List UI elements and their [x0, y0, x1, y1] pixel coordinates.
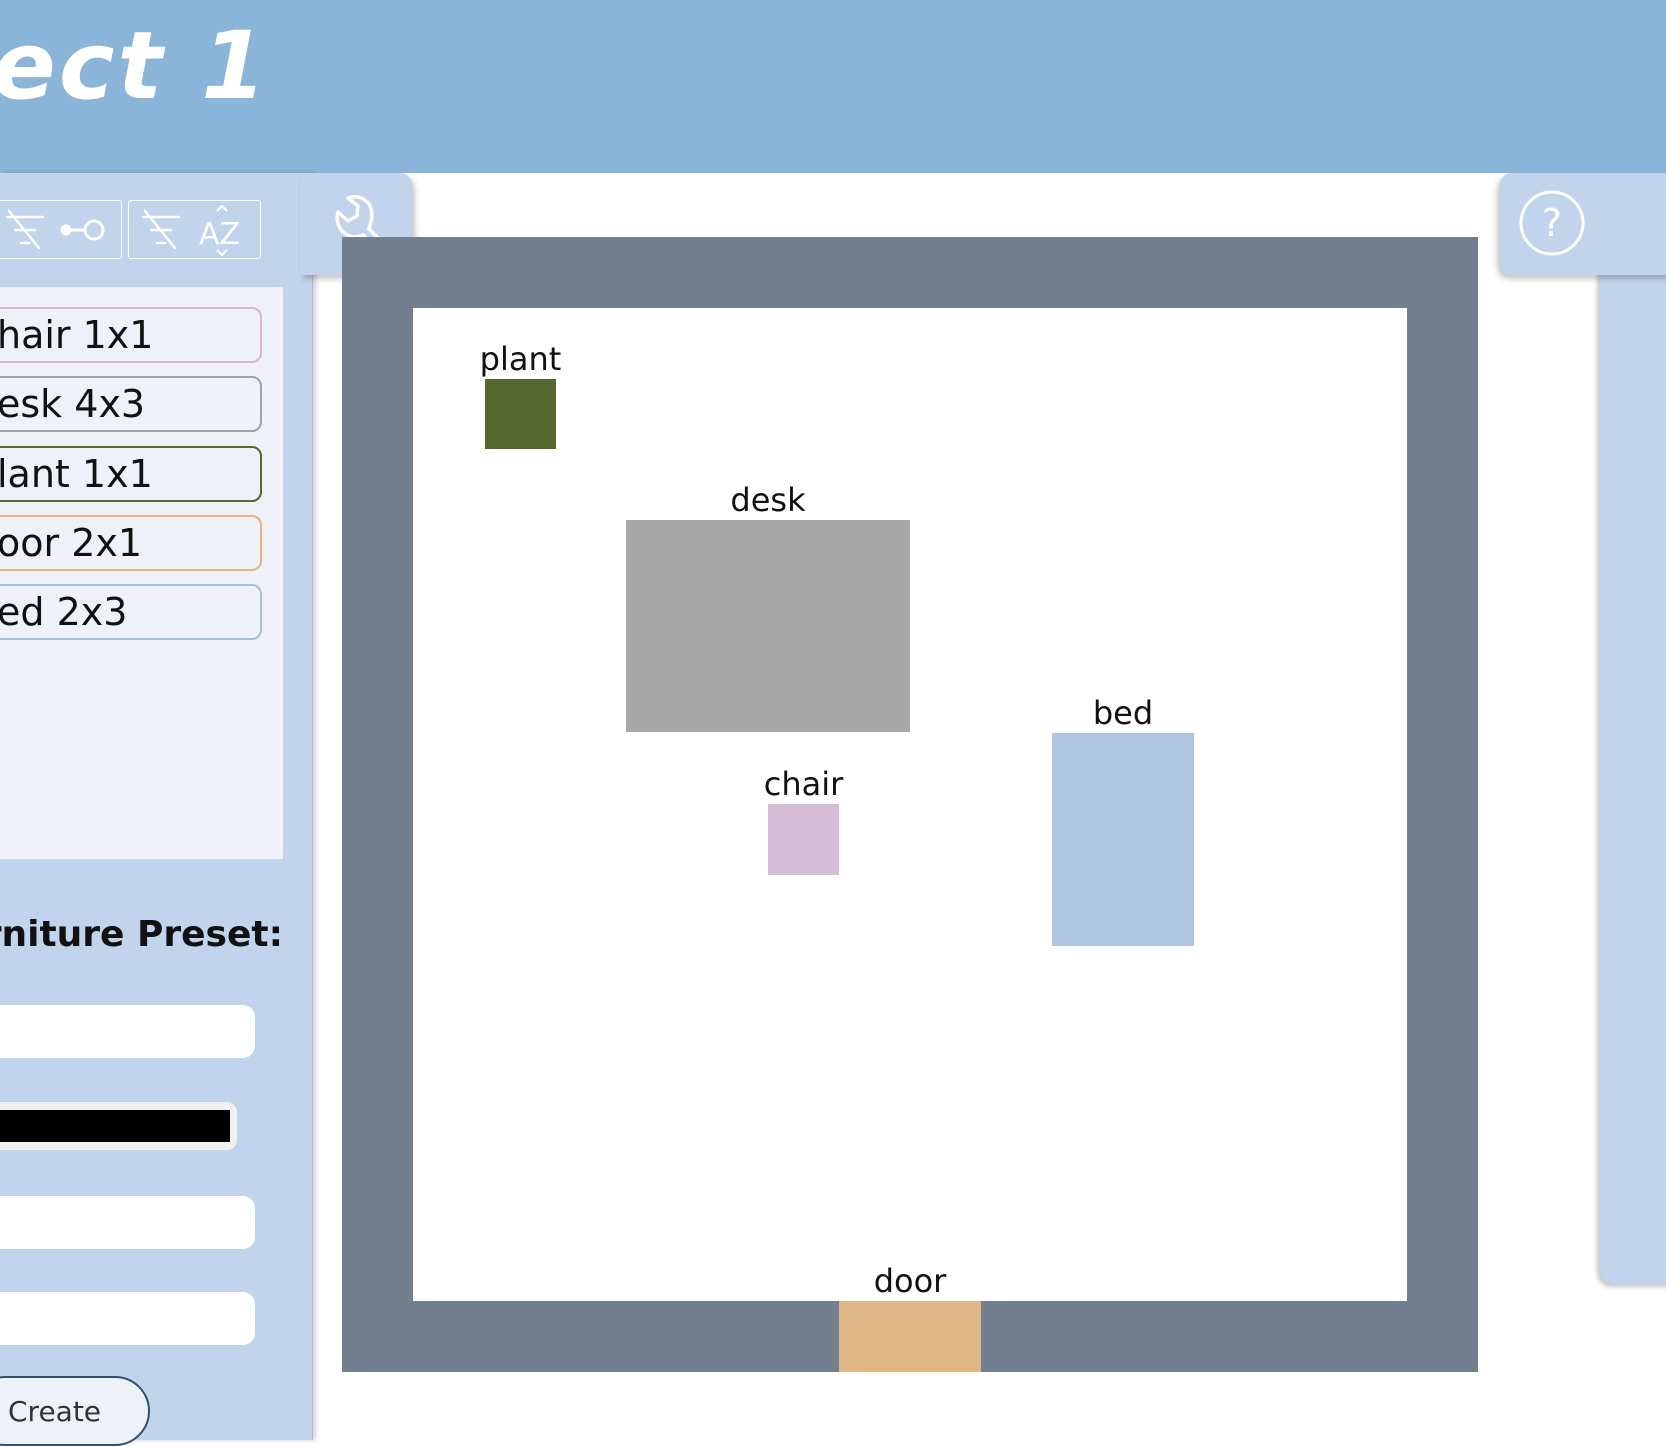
furniture-plant[interactable] [485, 379, 556, 449]
furniture-label-plant: plant [479, 340, 562, 378]
furniture-label-door: door [873, 1262, 947, 1300]
furniture-door[interactable] [839, 1301, 981, 1372]
preset-color-picker[interactable] [0, 1102, 237, 1150]
right-sidebar [1600, 260, 1666, 1284]
color-swatch [0, 1110, 230, 1142]
list-item-chair[interactable]: hair 1x1 [0, 307, 262, 363]
filter-off-icon [5, 209, 45, 250]
furniture-desk[interactable] [626, 520, 910, 732]
sort-alphabetical-button[interactable]: AZ [128, 200, 261, 259]
list-item-desk[interactable]: esk 4x3 [0, 376, 262, 432]
key-icon [60, 219, 105, 241]
preset-height-input[interactable] [0, 1292, 255, 1345]
list-item-door[interactable]: oor 2x1 [0, 515, 262, 571]
page-title: ect 1 [0, 12, 270, 121]
furniture-label-bed: bed [1092, 694, 1154, 732]
help-icon[interactable]: ? [1517, 188, 1587, 258]
preset-name-input[interactable] [0, 1005, 255, 1058]
filter-by-key-button[interactable] [0, 200, 122, 259]
sort-az-icon: AZ [199, 204, 240, 257]
furniture-label-chair: chair [763, 765, 844, 803]
svg-text:?: ? [1542, 201, 1562, 245]
create-button[interactable]: Create [0, 1376, 150, 1446]
furniture-bed[interactable] [1052, 733, 1194, 946]
furniture-list: hair 1x1 esk 4x3 lant 1x1 oor 2x1 ed 2x3 [0, 287, 283, 859]
furniture-chair[interactable] [768, 804, 839, 875]
furniture-label-desk: desk [730, 481, 806, 519]
furniture-preset-heading: urniture Preset: [0, 914, 283, 955]
filter-off-icon [141, 209, 181, 250]
app-header: ect 1 [0, 0, 1666, 173]
preset-width-input[interactable] [0, 1196, 255, 1249]
room-floor[interactable] [413, 308, 1407, 1301]
svg-text:AZ: AZ [199, 217, 240, 252]
list-item-bed[interactable]: ed 2x3 [0, 584, 262, 640]
list-item-plant[interactable]: lant 1x1 [0, 446, 262, 502]
